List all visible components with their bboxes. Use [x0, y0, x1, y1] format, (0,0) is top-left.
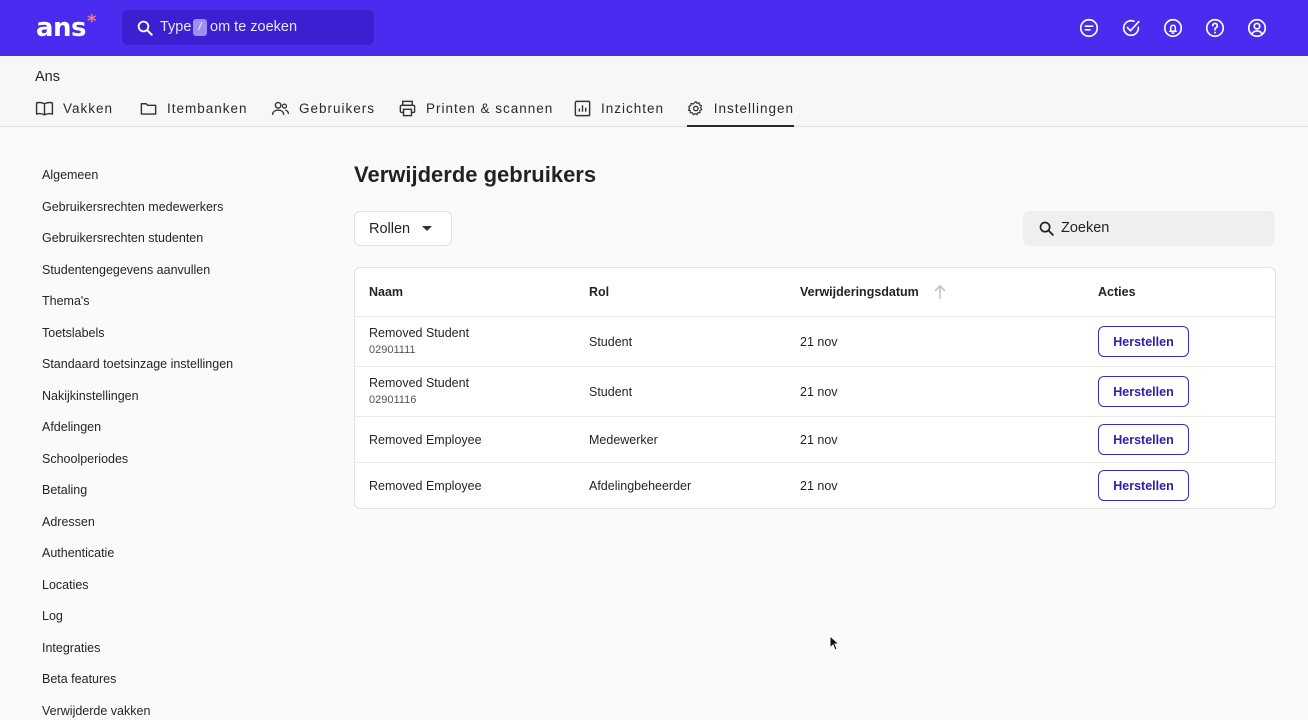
- caret-down-icon: [422, 226, 432, 231]
- user-name: Removed Student: [369, 376, 470, 390]
- user-name: Removed Student: [369, 326, 470, 340]
- sidebar-item-rechten-studenten[interactable]: Gebruikersrechten studenten: [42, 231, 203, 245]
- sidebar-item-authenticatie[interactable]: Authenticatie: [42, 546, 114, 560]
- sidebar-item-studentengegevens[interactable]: Studentengegevens aanvullen: [42, 263, 210, 277]
- global-search[interactable]: Type / om te zoeken: [122, 10, 374, 45]
- table-row: Removed Student 02901111 Student 21 nov …: [355, 316, 1275, 366]
- search-icon: [137, 20, 153, 36]
- deletion-date: 21 nov: [800, 335, 838, 349]
- sidebar-item-themas[interactable]: Thema's: [42, 294, 90, 308]
- top-bar: ans* Type / om te zoeken: [0, 0, 1308, 56]
- sidebar-item-schoolperiodes[interactable]: Schoolperiodes: [42, 452, 128, 466]
- restore-button[interactable]: Herstellen: [1098, 424, 1189, 455]
- restore-button[interactable]: Herstellen: [1098, 470, 1189, 501]
- users-icon: [271, 101, 290, 115]
- deleted-users-table: Naam Rol Verwijderingsdatum Acties Remov…: [354, 267, 1276, 509]
- sidebar-item-algemeen[interactable]: Algemeen: [42, 168, 98, 182]
- user-role: Medewerker: [589, 433, 658, 447]
- search-input[interactable]: Zoeken: [1023, 211, 1275, 246]
- column-header-acties: Acties: [1098, 285, 1136, 299]
- organization-name: Ans: [35, 69, 60, 85]
- roles-filter-dropdown[interactable]: Rollen: [354, 211, 452, 246]
- search-hint-suffix: om te zoeken: [210, 19, 298, 35]
- nav-instellingen[interactable]: Instellingen: [687, 96, 794, 127]
- user-name: Removed Employee: [369, 433, 482, 447]
- sidebar-item-integraties[interactable]: Integraties: [42, 641, 100, 655]
- table-row: Removed Employee Medewerker 21 nov Herst…: [355, 416, 1275, 462]
- restore-button[interactable]: Herstellen: [1098, 376, 1189, 407]
- chart-icon: [574, 100, 591, 117]
- user-role: Student: [589, 385, 633, 399]
- user-id: 02901111: [369, 344, 416, 356]
- sidebar-item-betaling[interactable]: Betaling: [42, 483, 87, 497]
- bell-icon[interactable]: [1162, 17, 1184, 39]
- deletion-date: 21 nov: [800, 385, 838, 399]
- deletion-date: 21 nov: [800, 433, 838, 447]
- column-header-rol[interactable]: Rol: [589, 285, 609, 299]
- sidebar-item-toetslabels[interactable]: Toetslabels: [42, 326, 105, 340]
- ans-logo[interactable]: ans*: [36, 11, 96, 43]
- sort-arrow-up-icon[interactable]: [933, 284, 947, 300]
- printer-icon: [399, 100, 416, 117]
- sidebar-item-locaties[interactable]: Locaties: [42, 578, 89, 592]
- nav-gebruikers[interactable]: Gebruikers: [271, 96, 375, 127]
- user-icon[interactable]: [1246, 17, 1268, 39]
- sidebar-item-afdelingen[interactable]: Afdelingen: [42, 420, 101, 434]
- chat-icon[interactable]: [1078, 17, 1100, 39]
- check-circle-icon[interactable]: [1120, 17, 1142, 39]
- nav-vakken[interactable]: Vakken: [35, 96, 113, 127]
- user-role: Student: [589, 335, 633, 349]
- sidebar-item-beta-features[interactable]: Beta features: [42, 672, 116, 686]
- gear-icon: [687, 100, 703, 116]
- sidebar-item-verwijderde-vakken[interactable]: Verwijderde vakken: [42, 704, 150, 718]
- user-name: Removed Employee: [369, 479, 482, 493]
- table-row: Removed Employee Afdelingbeheerder 21 no…: [355, 462, 1275, 508]
- sidebar-item-toetsinzage[interactable]: Standaard toetsinzage instellingen: [42, 357, 233, 371]
- deletion-date: 21 nov: [800, 479, 838, 493]
- column-header-verwijderingsdatum[interactable]: Verwijderingsdatum: [800, 285, 919, 299]
- user-role: Afdelingbeheerder: [589, 479, 692, 493]
- nav-itembanken[interactable]: Itembanken: [139, 96, 248, 127]
- sidebar-item-nakijkinstellingen[interactable]: Nakijkinstellingen: [42, 389, 139, 403]
- page-title: Verwijderde gebruikers: [354, 162, 597, 187]
- folder-icon: [140, 103, 157, 115]
- sub-header: Ans Vakken Itembanken Gebruikers Printen…: [0, 56, 1308, 127]
- sidebar-item-log[interactable]: Log: [42, 609, 63, 623]
- sidebar-item-rechten-medewerkers[interactable]: Gebruikersrechten medewerkers: [42, 200, 223, 214]
- nav-inzichten[interactable]: Inzichten: [573, 96, 664, 127]
- shortcut-key: /: [193, 19, 207, 36]
- table-row: Removed Student 02901116 Student 21 nov …: [355, 366, 1275, 416]
- restore-button[interactable]: Herstellen: [1098, 326, 1189, 357]
- book-icon: [35, 101, 54, 116]
- nav-printen-scannen[interactable]: Printen & scannen: [398, 96, 553, 127]
- column-header-naam[interactable]: Naam: [369, 285, 403, 299]
- help-icon[interactable]: [1204, 17, 1226, 39]
- search-hint-prefix: Type: [160, 19, 192, 35]
- user-id: 02901116: [369, 394, 417, 406]
- mouse-cursor-icon: [829, 635, 841, 651]
- roles-filter-label: Rollen: [369, 221, 411, 237]
- sidebar-item-adressen[interactable]: Adressen: [42, 515, 95, 529]
- search-icon: [1039, 221, 1054, 236]
- search-placeholder: Zoeken: [1061, 220, 1110, 236]
